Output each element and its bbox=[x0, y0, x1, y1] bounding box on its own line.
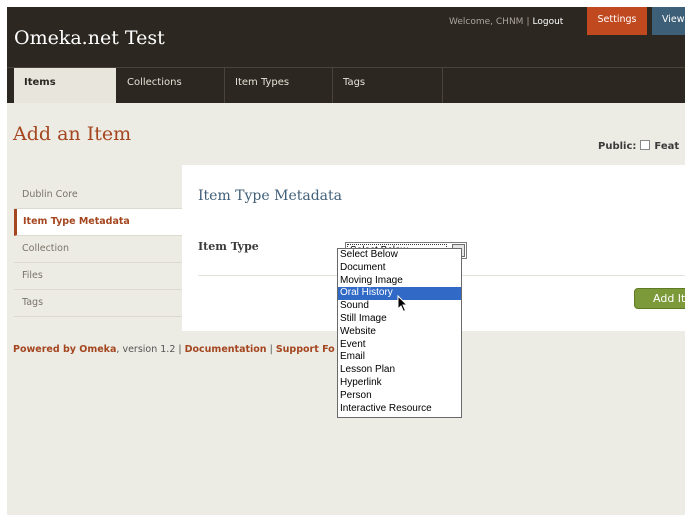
dropdown-option[interactable]: Select Below bbox=[338, 249, 461, 262]
tab-tags[interactable]: Tags bbox=[333, 68, 443, 103]
section-title: Item Type Metadata bbox=[198, 188, 342, 204]
footer: Powered by Omeka, version 1.2 | Document… bbox=[13, 344, 335, 355]
dropdown-option[interactable]: Email bbox=[338, 351, 461, 364]
sidebar-item-files[interactable]: Files bbox=[14, 263, 182, 290]
logout-link[interactable]: Logout bbox=[533, 17, 564, 27]
welcome-separator: | bbox=[526, 17, 530, 27]
dropdown-option[interactable]: Still Image bbox=[338, 313, 461, 326]
dropdown-option[interactable]: Event bbox=[338, 339, 461, 352]
footer-separator: | bbox=[266, 344, 276, 355]
welcome-bar: Welcome, CHNM | Logout bbox=[449, 17, 563, 27]
add-item-button[interactable]: Add It bbox=[634, 288, 685, 309]
site-title[interactable]: Omeka.net Test bbox=[14, 27, 165, 49]
mouse-pointer-icon bbox=[397, 295, 409, 313]
settings-button[interactable]: Settings bbox=[587, 7, 647, 35]
sidebar-item-dublin-core[interactable]: Dublin Core bbox=[14, 182, 182, 209]
dropdown-option[interactable]: Website bbox=[338, 326, 461, 339]
tab-collections[interactable]: Collections bbox=[117, 68, 225, 103]
dropdown-option[interactable]: Person bbox=[338, 390, 461, 403]
sidebar-item-collection[interactable]: Collection bbox=[14, 236, 182, 263]
support-link[interactable]: Support Fo bbox=[276, 344, 335, 355]
version-text: , version 1.2 | bbox=[116, 344, 185, 355]
public-checkbox[interactable] bbox=[640, 140, 651, 150]
public-featured-row: Public: Feat bbox=[598, 140, 679, 152]
tab-items[interactable]: Items bbox=[14, 68, 116, 103]
dropdown-option[interactable]: Lesson Plan bbox=[338, 364, 461, 377]
welcome-text: Welcome, CHNM bbox=[449, 17, 524, 27]
item-type-dropdown-list[interactable]: Select Below Document Moving Image Oral His… bbox=[337, 248, 462, 418]
header: Omeka.net Test Welcome, CHNM | Logout Sett… bbox=[7, 7, 685, 67]
view-site-button[interactable]: View bbox=[652, 7, 685, 35]
public-label: Public: bbox=[598, 141, 637, 152]
dropdown-option[interactable]: Document bbox=[338, 262, 461, 275]
section-sidebar: Dublin Core Item Type Metadata Collectio… bbox=[14, 182, 182, 317]
tab-item-types[interactable]: Item Types bbox=[225, 68, 333, 103]
featured-label: Feat bbox=[654, 141, 680, 152]
dropdown-option[interactable]: Interactive Resource bbox=[338, 403, 461, 416]
sidebar-item-item-type-metadata[interactable]: Item Type Metadata bbox=[14, 209, 182, 236]
dropdown-option[interactable]: Hyperlink bbox=[338, 377, 461, 390]
powered-by-link[interactable]: Powered by Omeka bbox=[13, 344, 116, 355]
item-type-label: Item Type bbox=[198, 240, 259, 253]
main-nav: Items Collections Item Types Tags bbox=[7, 67, 685, 103]
sidebar-item-tags[interactable]: Tags bbox=[14, 290, 182, 317]
dropdown-option[interactable]: Moving Image bbox=[338, 275, 461, 288]
page-title: Add an Item bbox=[13, 123, 132, 145]
documentation-link[interactable]: Documentation bbox=[185, 344, 267, 355]
